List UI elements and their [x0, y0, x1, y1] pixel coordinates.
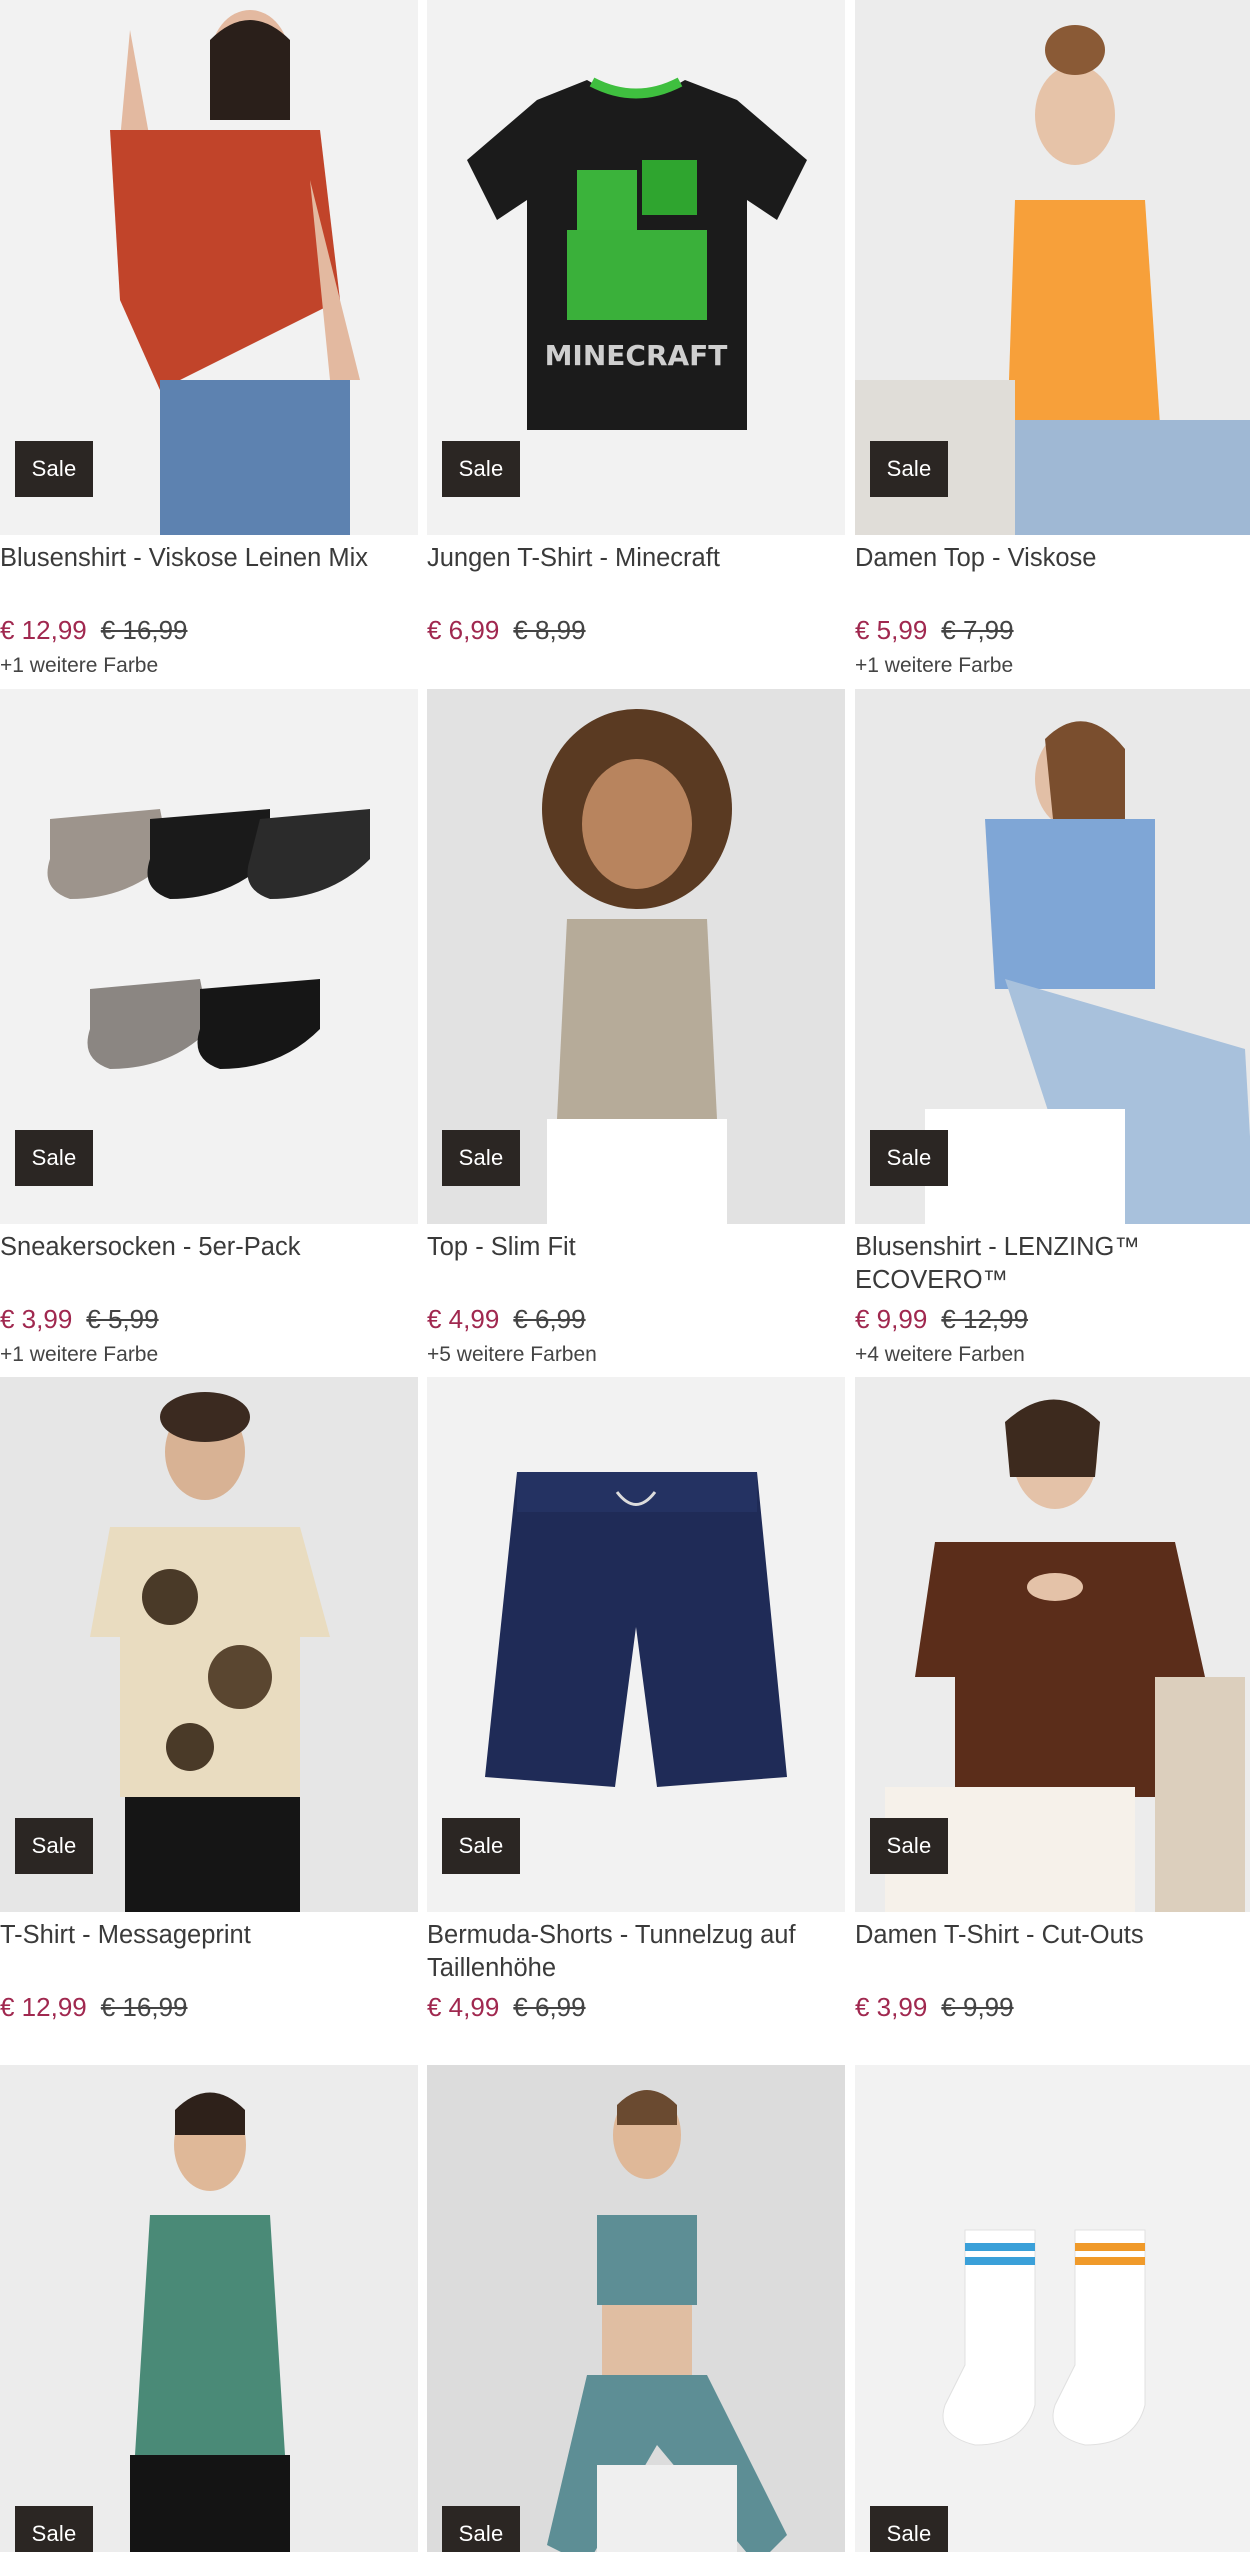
sale-badge: Sale — [442, 1130, 520, 1186]
sale-badge: Sale — [15, 2506, 93, 2552]
price-row: € 6,99 € 8,99 — [427, 613, 586, 647]
original-price: € 6,99 — [513, 1992, 586, 2022]
sale-price: € 4,99 — [427, 1992, 500, 2022]
price-row: € 12,99 € 16,99 — [0, 1990, 188, 2024]
product-image[interactable]: Sale — [855, 0, 1250, 535]
color-variants[interactable]: +1 weitere Farbe — [855, 654, 1013, 678]
sale-price: € 12,99 — [0, 1992, 87, 2022]
green-tank-top-model-image — [0, 2065, 418, 2552]
sale-price: € 9,99 — [855, 1304, 928, 1334]
price-row: € 3,99 € 9,99 — [855, 1990, 1014, 2024]
product-title[interactable]: Top - Slim Fit — [427, 1231, 845, 1264]
product-title[interactable]: Jungen T-Shirt - Minecraft — [427, 542, 845, 575]
color-variants[interactable]: +1 weitere Farbe — [0, 1343, 158, 1367]
price-row: € 4,99 € 6,99 — [427, 1302, 586, 1336]
product-title[interactable]: T-Shirt - Messageprint — [0, 1919, 418, 1952]
sale-badge: Sale — [870, 441, 948, 497]
teal-sport-set-model-image — [427, 2065, 845, 2552]
product-image[interactable]: Sale — [855, 1377, 1250, 1912]
color-variants[interactable]: +1 weitere Farbe — [0, 654, 158, 678]
product-image[interactable]: Sale — [427, 689, 845, 1224]
sale-badge: Sale — [442, 2506, 520, 2552]
sale-price: € 6,99 — [427, 615, 500, 645]
sale-badge: Sale — [15, 441, 93, 497]
sale-price: € 12,99 — [0, 615, 87, 645]
product-image[interactable]: Sale — [0, 1377, 418, 1912]
original-price: € 16,99 — [100, 615, 188, 645]
sale-price: € 3,99 — [0, 1304, 73, 1334]
price-row: € 9,99 € 12,99 — [855, 1302, 1028, 1336]
product-title[interactable]: Blusenshirt - LENZING™ ECOVERO™ — [855, 1231, 1250, 1297]
product-image[interactable]: Sale — [0, 0, 418, 535]
white-sport-socks-image — [855, 2065, 1250, 2552]
product-grid: Sale Blusenshirt - Viskose Leinen Mix € … — [0, 0, 1250, 2552]
price-row: € 4,99 € 6,99 — [427, 1990, 586, 2024]
original-price: € 16,99 — [100, 1992, 188, 2022]
sale-price: € 4,99 — [427, 1304, 500, 1334]
product-title[interactable]: Damen Top - Viskose — [855, 542, 1250, 575]
sale-price: € 3,99 — [855, 1992, 928, 2022]
product-image[interactable]: Sale — [855, 2065, 1250, 2552]
sale-badge: Sale — [442, 1818, 520, 1874]
product-image[interactable]: MINECRAFT Sale — [427, 0, 845, 535]
price-row: € 5,99 € 7,99 — [855, 613, 1014, 647]
product-image[interactable]: Sale — [427, 2065, 845, 2552]
original-price: € 7,99 — [941, 615, 1014, 645]
product-image[interactable]: Sale — [0, 2065, 418, 2552]
product-title[interactable]: Damen T-Shirt - Cut-Outs — [855, 1919, 1250, 1952]
original-price: € 8,99 — [513, 615, 586, 645]
color-variants[interactable]: +5 weitere Farben — [427, 1343, 597, 1367]
original-price: € 6,99 — [513, 1304, 586, 1334]
product-title[interactable]: Bermuda-Shorts - Tunnelzug auf Taillenhö… — [427, 1919, 845, 1985]
product-title[interactable]: Blusenshirt - Viskose Leinen Mix — [0, 542, 418, 575]
sale-badge: Sale — [870, 1818, 948, 1874]
price-row: € 12,99 € 16,99 — [0, 613, 188, 647]
price-row: € 3,99 € 5,99 — [0, 1302, 159, 1336]
sale-badge: Sale — [870, 2506, 948, 2552]
sale-price: € 5,99 — [855, 615, 928, 645]
sale-badge: Sale — [442, 441, 520, 497]
sale-badge: Sale — [15, 1130, 93, 1186]
product-title[interactable]: Sneakersocken - 5er-Pack — [0, 1231, 418, 1264]
sale-badge: Sale — [870, 1130, 948, 1186]
sale-badge: Sale — [15, 1818, 93, 1874]
color-variants[interactable]: +4 weitere Farben — [855, 1343, 1025, 1367]
original-price: € 5,99 — [86, 1304, 159, 1334]
product-image[interactable]: Sale — [855, 689, 1250, 1224]
product-image[interactable]: Sale — [427, 1377, 845, 1912]
product-image[interactable]: Sale — [0, 689, 418, 1224]
original-price: € 9,99 — [941, 1992, 1014, 2022]
original-price: € 12,99 — [941, 1304, 1029, 1334]
minecraft-print-text: MINECRAFT — [545, 339, 728, 372]
